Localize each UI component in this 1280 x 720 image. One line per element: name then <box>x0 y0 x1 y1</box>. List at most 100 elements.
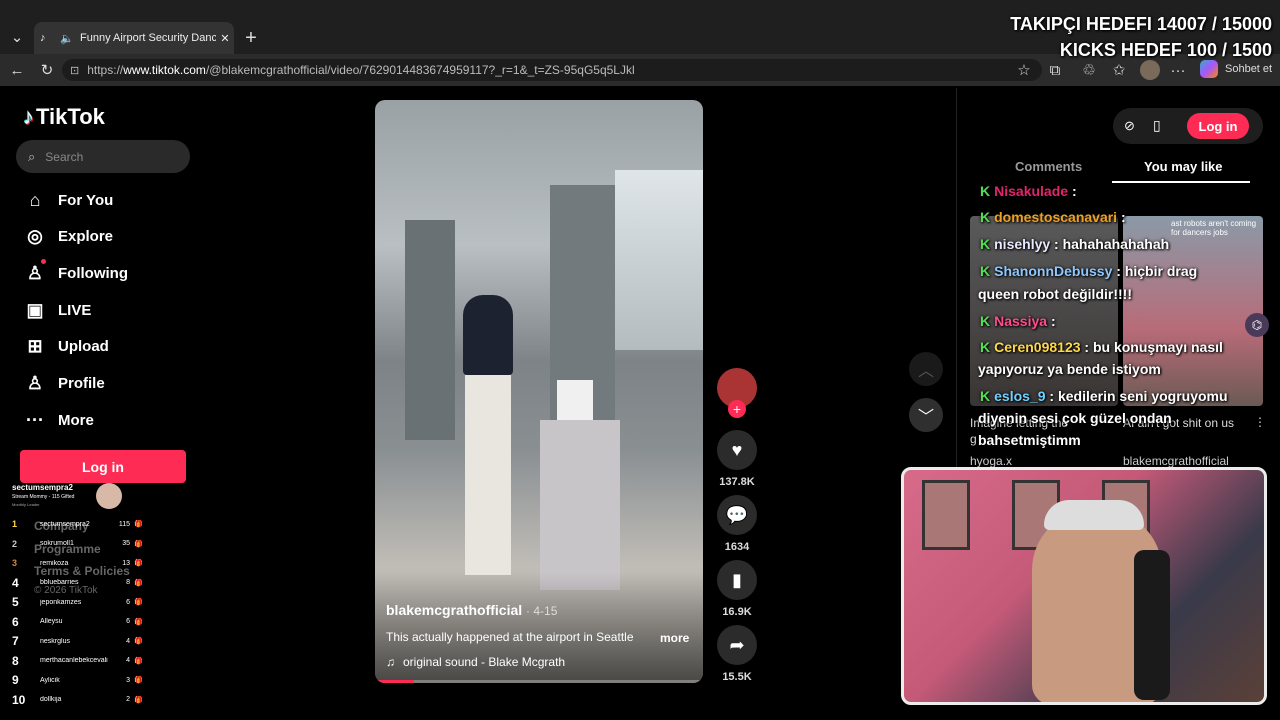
dancer-legs <box>540 420 620 590</box>
floating-app-icon[interactable]: ⌬ <box>1245 313 1269 337</box>
coin-icon[interactable]: ⊘ <box>1124 118 1135 134</box>
save-button[interactable]: ▮ 16.9K <box>716 560 758 618</box>
reload-icon[interactable]: ↻ <box>36 59 58 81</box>
video-date: · 4-15 <box>526 604 558 618</box>
leaderboard-row: 3 remikoza 13 🎁 <box>12 554 143 572</box>
url-field[interactable]: ⊡ https://www.tiktok.com/@blakemcgrathof… <box>62 59 1042 81</box>
close-tab-icon[interactable]: ✕ <box>216 32 234 45</box>
chat-message: diyenin sesi çok güzel ondan <box>978 410 1172 426</box>
share-arrow-icon[interactable]: ➦ <box>717 625 757 665</box>
tab-comments[interactable]: Comments <box>1015 159 1082 174</box>
leaderboard-rank: 6 <box>12 614 19 629</box>
leaderboard-count: 13 <box>122 559 130 567</box>
video-caption: This actually happened at the airport in… <box>386 630 634 644</box>
leaderboard-count: 3 <box>126 676 130 684</box>
video-sound[interactable]: ♫ original sound - Blake Mcgrath <box>386 655 565 669</box>
chat-text: : <box>1071 183 1077 199</box>
extensions-puzzle-icon[interactable]: ⧉ <box>1044 59 1066 81</box>
sidebar-item-for-you[interactable]: ⌂ For You <box>24 186 204 214</box>
follow-plus-icon[interactable]: + <box>728 400 746 418</box>
tiktok-logo[interactable]: ♪ TikTok <box>23 104 105 130</box>
sidebar-item-upload[interactable]: ⊞ Upload <box>24 332 204 360</box>
search-input[interactable]: ⌕ Search <box>16 140 190 173</box>
back-arrow-icon[interactable]: ← <box>6 59 28 81</box>
browser-tab[interactable]: ♪ 🔈 Funny Airport Security Dance ✕ <box>34 22 234 54</box>
leaderboard-row: 5 jeponkamzes 6 🎁 <box>12 593 143 611</box>
leaderboard-count: 2 <box>126 696 130 703</box>
speaker-icon[interactable]: 🔈 <box>60 32 76 45</box>
card-more-options-icon[interactable]: ⋮ <box>1254 415 1266 429</box>
bookmark-icon[interactable]: ▮ <box>717 560 757 600</box>
card1-author[interactable]: hyoga.x <box>970 454 1012 468</box>
favorites-icon[interactable]: ✩ <box>1108 59 1130 81</box>
sidebar-item-label: For You <box>58 191 114 209</box>
copilot-label[interactable]: Sohbet et <box>1225 63 1272 75</box>
video-author-name[interactable]: blakemcgrathofficial <box>386 602 522 618</box>
video-progress-track[interactable] <box>375 680 703 683</box>
leaderboard-row: 2 sokrumoll1 35 🎁 <box>12 535 143 553</box>
sidebar-item-more[interactable]: ··· More <box>24 406 204 434</box>
chat-message: Knisehlyy : hahahahahahah <box>980 236 1169 252</box>
chat-message: Kdomestoscanavari : <box>980 209 1126 225</box>
leaderboard-name: jeponkamzes <box>40 598 82 606</box>
leaderboard-name: bbluebarries <box>40 579 79 586</box>
following-icon: ♙ <box>26 262 44 283</box>
video-sound-name[interactable]: original sound - Blake Mcgrath <box>403 655 565 669</box>
leaderboard-top-user: sectumsempra2 <box>12 483 73 492</box>
phone-icon[interactable]: ▯ <box>1153 117 1161 134</box>
card1-caption-continuation[interactable]: g <box>970 432 977 446</box>
leaderboard-row: 7 neskrglus 4 🎁 <box>12 632 143 650</box>
sidebar-item-label: Profile <box>58 374 105 392</box>
gift-icon: 🎁 <box>134 657 143 665</box>
sidebar-item-profile[interactable]: ♙ Profile <box>24 369 204 397</box>
gift-icon: 🎁 <box>134 579 143 587</box>
new-tab-plus-icon[interactable]: + <box>240 27 262 49</box>
next-video-chevron-down-icon[interactable]: ﹀ <box>909 398 943 432</box>
follower-goal-text: TAKIPÇI HEDEFI 14007 / 15000 <box>1010 14 1272 34</box>
gift-icon: 🎁 <box>134 540 143 548</box>
microphone-shape <box>1134 550 1170 700</box>
comment-button[interactable]: 💬 1634 <box>716 495 758 553</box>
sidebar-login-button[interactable]: Log in <box>20 450 186 483</box>
kick-badge-icon: K <box>980 388 991 404</box>
thumbnail-caption-overlay: ast robots aren't coming for dancers job… <box>1171 219 1257 237</box>
browser-profile-avatar[interactable] <box>1140 60 1160 80</box>
previous-video-chevron-up-icon[interactable]: ︿ <box>909 352 943 386</box>
chat-text: : kedilerin seni yogruyomu <box>1049 388 1228 404</box>
favorite-star-icon[interactable]: ☆ <box>1013 59 1035 81</box>
caption-more-button[interactable]: more <box>660 631 689 645</box>
copilot-icon[interactable] <box>1200 60 1218 78</box>
url-path: /@blakemcgrathofficial/video/76290144836… <box>205 63 635 77</box>
live-icon: ▣ <box>26 299 44 320</box>
header-login-button[interactable]: Log in <box>1187 113 1249 139</box>
sidebar-item-explore[interactable]: ◎ Explore <box>24 222 204 250</box>
window-shape <box>615 170 703 350</box>
chat-username: Ceren098123 <box>994 339 1081 355</box>
music-note-icon: ♫ <box>386 655 395 669</box>
leaderboard-rank: 1 <box>12 519 18 529</box>
like-button[interactable]: ♥ 137.8K <box>716 430 758 488</box>
sidebar-item-live[interactable]: ▣ LIVE <box>24 296 204 324</box>
extension-icon[interactable]: ♲ <box>1078 59 1100 81</box>
kick-badge-icon: K <box>980 263 991 279</box>
tiktok-logo-text: TikTok <box>36 104 105 129</box>
video-author[interactable]: blakemcgrathofficial · 4-15 <box>386 602 557 618</box>
video-player[interactable]: blakemcgrathofficial · 4-15 This actuall… <box>375 100 703 683</box>
comment-bubble-icon[interactable]: 💬 <box>717 495 757 535</box>
creator-avatar-button[interactable]: + <box>716 368 758 418</box>
guard-figure <box>463 295 513 375</box>
sidebar-item-following[interactable]: ♙ Following <box>24 259 204 287</box>
share-button[interactable]: ➦ 15.5K <box>716 625 758 683</box>
site-info-icon[interactable]: ⊡ <box>70 64 79 77</box>
chat-message: K Ceren098123 : bu konuşmayı nasıl <box>980 339 1223 355</box>
streamer-hair <box>1044 500 1144 530</box>
tab-list-chevron-icon[interactable]: ⌄ <box>6 26 28 48</box>
chat-message: K Nassiya : <box>980 313 1056 329</box>
sidebar-item-label: More <box>58 411 94 429</box>
card2-author[interactable]: blakemcgrathofficial <box>1123 454 1229 468</box>
tab-you-may-like[interactable]: You may like <box>1144 159 1223 174</box>
chat-text: : hahahahahahah <box>1054 236 1170 252</box>
sidebar-item-label: Explore <box>58 227 114 245</box>
heart-icon[interactable]: ♥ <box>717 430 757 470</box>
browser-menu-icon[interactable]: ··· <box>1167 59 1189 81</box>
